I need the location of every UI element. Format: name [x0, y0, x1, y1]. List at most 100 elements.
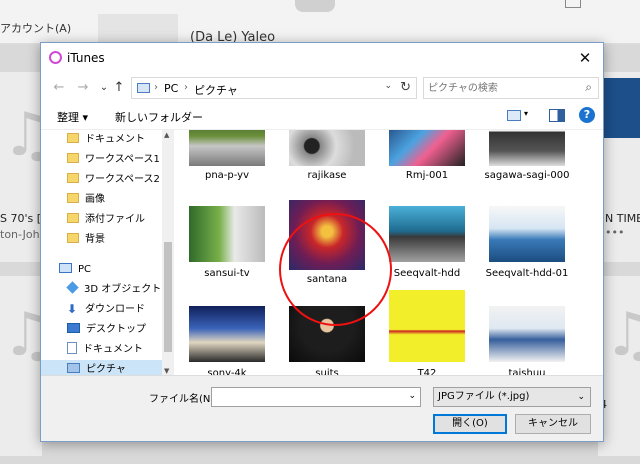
- open-button[interactable]: 開く(O): [433, 414, 507, 434]
- nav-item-label: ワークスペース1: [85, 154, 160, 165]
- organize-button[interactable]: 整理 ▾: [57, 109, 88, 125]
- folder-icon: [67, 133, 79, 143]
- cancel-button[interactable]: キャンセル: [515, 414, 591, 434]
- folder-icon: [67, 213, 79, 223]
- close-button[interactable]: ✕: [567, 43, 603, 73]
- pictures-icon: [67, 363, 80, 373]
- file-item[interactable]: sansui-tv: [179, 206, 275, 296]
- search-icon[interactable]: ⌕: [585, 80, 592, 95]
- nav-item-label: 画像: [85, 194, 105, 205]
- nav-item[interactable]: PC: [41, 260, 162, 280]
- navigation-pane: ドキュメント ワークスペース1 ワークスペース2 画像 添付ファイル 背景 PC 3D オブジ…: [41, 130, 173, 376]
- account-menu[interactable]: アカウント(A): [0, 20, 71, 36]
- open-file-dialog: iTunes ✕ ← → ⌄ ↑ › PC › ピクチャ ⌄ ↻ ⌕ 整理 ▾ …: [40, 42, 604, 442]
- nav-item[interactable]: 3D オブジェクト: [41, 280, 162, 300]
- filetype-select[interactable]: JPGファイル (*.jpg) ⌄: [433, 387, 591, 407]
- file-thumbnail: [489, 130, 565, 166]
- nav-item-label: 添付ファイル: [85, 214, 145, 225]
- file-item[interactable]: pna-p-yv: [179, 130, 275, 190]
- nav-item[interactable]: 画像: [41, 190, 162, 210]
- breadcrumb-pc[interactable]: PC: [164, 82, 178, 95]
- file-thumbnail: [389, 206, 465, 262]
- bg-album-more[interactable]: •••: [605, 226, 624, 239]
- nav-item-label: PC: [78, 264, 92, 275]
- pc-icon: [59, 263, 72, 273]
- nav-item[interactable]: ピクチャ: [41, 360, 162, 376]
- nav-item[interactable]: ドキュメント: [41, 340, 162, 360]
- forward-arrow-icon[interactable]: →: [75, 79, 91, 97]
- file-name: pna-p-yv: [204, 170, 250, 181]
- file-item[interactable]: rajikase: [279, 130, 375, 190]
- dialog-footer: ファイル名(N): ⌄ JPGファイル (*.jpg) ⌄ 開く(O) キャンセ…: [41, 375, 603, 441]
- search-box[interactable]: ⌕: [423, 77, 599, 99]
- file-name: Rmj-001: [405, 170, 449, 181]
- nav-item[interactable]: デスクトップ: [41, 320, 162, 340]
- chevron-down-icon[interactable]: ⌄: [384, 81, 392, 91]
- recent-locations-icon[interactable]: ⌄: [96, 79, 112, 97]
- refresh-icon[interactable]: ↻: [400, 80, 411, 95]
- nav-item[interactable]: 背景: [41, 230, 162, 250]
- 3d-objects-icon: [66, 281, 79, 294]
- address-row: ← → ⌄ ↑ › PC › ピクチャ ⌄ ↻ ⌕: [41, 73, 603, 105]
- highlight-circle: [279, 213, 392, 326]
- file-name: Seeqvalt-hdd: [393, 268, 461, 279]
- file-item[interactable]: Seeqvalt-hdd-01: [479, 206, 575, 296]
- folder-icon: [67, 193, 79, 203]
- nav-item[interactable]: ワークスペース2: [41, 170, 162, 190]
- help-icon[interactable]: ?: [579, 107, 595, 123]
- nav-item-label: デスクトップ: [86, 324, 146, 335]
- nav-scrollbar[interactable]: ▲ ▼: [162, 130, 174, 376]
- file-thumbnail: [289, 130, 365, 166]
- preview-pane-icon[interactable]: [549, 109, 565, 122]
- nav-item[interactable]: ⬇ ダウンロード: [41, 300, 162, 320]
- scrollbar-thumb[interactable]: [164, 242, 172, 352]
- filename-input[interactable]: ⌄: [211, 387, 421, 407]
- file-item[interactable]: Rmj-001: [379, 130, 475, 190]
- address-bar[interactable]: › PC › ピクチャ ⌄ ↻: [131, 77, 417, 99]
- nav-item-label: 背景: [85, 234, 105, 245]
- dialog-toolbar: 整理 ▾ 新しいフォルダー ▾ ?: [41, 105, 603, 129]
- file-thumbnail: [189, 130, 265, 166]
- scroll-down-icon[interactable]: ▼: [164, 367, 169, 375]
- breadcrumb-pictures[interactable]: ピクチャ: [194, 82, 238, 98]
- file-name: sansui-tv: [204, 268, 250, 279]
- nav-item[interactable]: ワークスペース1: [41, 150, 162, 170]
- pc-icon: [137, 83, 150, 93]
- nav-item[interactable]: 添付ファイル: [41, 210, 162, 230]
- breadcrumb-separator: ›: [154, 82, 158, 93]
- scroll-up-icon[interactable]: ▲: [164, 131, 169, 139]
- desktop-icon: [67, 323, 80, 333]
- nav-item-label: ドキュメント: [85, 134, 145, 145]
- list-icon[interactable]: [565, 0, 581, 8]
- view-options-icon[interactable]: [507, 110, 521, 121]
- file-item[interactable]: sagawa-sagi-000: [479, 130, 575, 190]
- dialog-titlebar: iTunes ✕: [41, 43, 603, 73]
- filetype-value: JPGファイル (*.jpg): [438, 391, 530, 402]
- file-item[interactable]: taishuu: [479, 306, 575, 376]
- chevron-down-icon[interactable]: ⌄: [408, 391, 416, 401]
- file-item[interactable]: sony-4k: [179, 306, 275, 376]
- up-arrow-icon[interactable]: ↑: [111, 79, 127, 97]
- file-name: rajikase: [307, 170, 347, 181]
- file-item[interactable]: Seeqvalt-hdd: [379, 206, 475, 296]
- filename-label: ファイル名(N):: [149, 394, 218, 405]
- file-thumbnail: [389, 130, 465, 166]
- nav-item[interactable]: ドキュメント: [41, 130, 162, 150]
- new-folder-button[interactable]: 新しいフォルダー: [115, 109, 203, 125]
- file-thumbnail: [189, 306, 265, 362]
- download-icon: ⬇: [67, 302, 78, 316]
- chevron-down-icon[interactable]: ▾: [524, 109, 528, 118]
- nav-item-label: ワークスペース2: [85, 174, 160, 185]
- album-cover[interactable]: [600, 78, 640, 138]
- nav-item-label: 3D オブジェクト: [84, 284, 162, 295]
- back-arrow-icon[interactable]: ←: [51, 79, 67, 97]
- folder-icon: [67, 233, 79, 243]
- folder-icon: [67, 153, 79, 163]
- file-item[interactable]: T42: [379, 290, 475, 376]
- nav-item-label: ピクチャ: [86, 364, 126, 375]
- search-input[interactable]: [428, 78, 568, 98]
- nav-item-label: ドキュメント: [83, 344, 143, 355]
- file-thumbnail: [489, 206, 565, 262]
- file-thumbnail: [489, 306, 565, 362]
- dialog-body: ドキュメント ワークスペース1 ワークスペース2 画像 添付ファイル 背景 PC 3D オブジ…: [41, 129, 603, 376]
